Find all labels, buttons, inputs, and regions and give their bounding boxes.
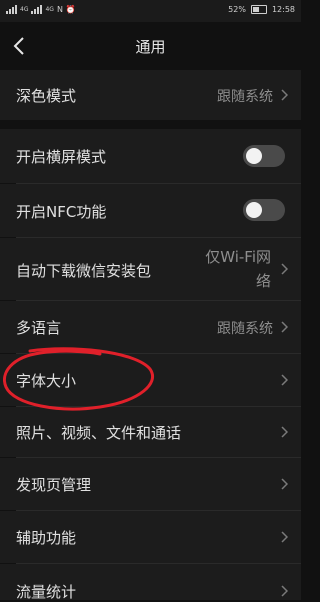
chevron-right-icon — [281, 321, 288, 333]
chevron-right-icon — [281, 478, 288, 490]
alarm-icon: ⏰ — [65, 5, 76, 14]
setting-label: 流量统计 — [16, 583, 77, 601]
chevron-right-icon — [281, 89, 288, 101]
chevron-right-icon — [281, 426, 288, 438]
setting-label: 字体大小 — [16, 372, 77, 390]
setting-label: 自动下载微信安装包 — [16, 262, 152, 280]
setting-dark-mode[interactable]: 深色模式 跟随系统 — [0, 70, 301, 120]
setting-label: 照片、视频、文件和通话 — [16, 424, 182, 442]
setting-accessibility[interactable]: 辅助功能 — [0, 511, 301, 563]
setting-value: 跟随系统 — [217, 89, 273, 105]
setting-label: 深色模式 — [16, 87, 77, 105]
signal-label: 4G — [45, 6, 54, 13]
battery-icon — [250, 5, 267, 14]
chevron-right-icon — [281, 585, 288, 597]
setting-label: 辅助功能 — [16, 529, 77, 547]
signal-icon — [6, 5, 17, 14]
signal-icon — [31, 5, 43, 14]
clock: 12:58 — [271, 5, 295, 14]
setting-traffic[interactable]: 流量统计 — [0, 564, 301, 601]
toggle-knob — [246, 148, 262, 164]
setting-value: 仅Wi-Fi网 — [205, 248, 271, 266]
status-bar: 4G 4G N ⏰ 52% 12:58 — [0, 0, 301, 22]
battery-percent: 52% — [228, 5, 246, 14]
setting-label: 发现页管理 — [16, 476, 92, 494]
setting-value: 跟随系统 — [217, 321, 273, 337]
title-bar: 通用 — [0, 22, 301, 70]
setting-nfc[interactable]: 开启NFC功能 — [0, 184, 301, 237]
setting-label: 开启横屏模式 — [16, 148, 107, 166]
toggle-knob — [246, 202, 262, 218]
page-title: 通用 — [135, 38, 166, 56]
nfc-icon: N — [56, 5, 63, 14]
setting-auto-download[interactable]: 自动下载微信安装包 仅Wi-Fi网 络 — [0, 238, 301, 300]
section-gap — [0, 120, 301, 129]
chevron-right-icon — [281, 531, 288, 543]
setting-media[interactable]: 照片、视频、文件和通话 — [0, 407, 301, 457]
landscape-toggle[interactable] — [243, 145, 285, 167]
nfc-toggle[interactable] — [243, 199, 285, 221]
signal-label: 4G — [20, 6, 29, 13]
setting-discover[interactable]: 发现页管理 — [0, 458, 301, 510]
setting-landscape[interactable]: 开启横屏模式 — [0, 129, 301, 183]
setting-label: 开启NFC功能 — [16, 203, 107, 221]
setting-label: 多语言 — [16, 319, 62, 337]
chevron-right-icon — [281, 263, 288, 275]
setting-font-size[interactable]: 字体大小 — [0, 354, 301, 406]
setting-language[interactable]: 多语言 跟随系统 — [0, 301, 301, 353]
setting-value: 络 — [255, 272, 271, 290]
chevron-right-icon — [281, 374, 288, 386]
